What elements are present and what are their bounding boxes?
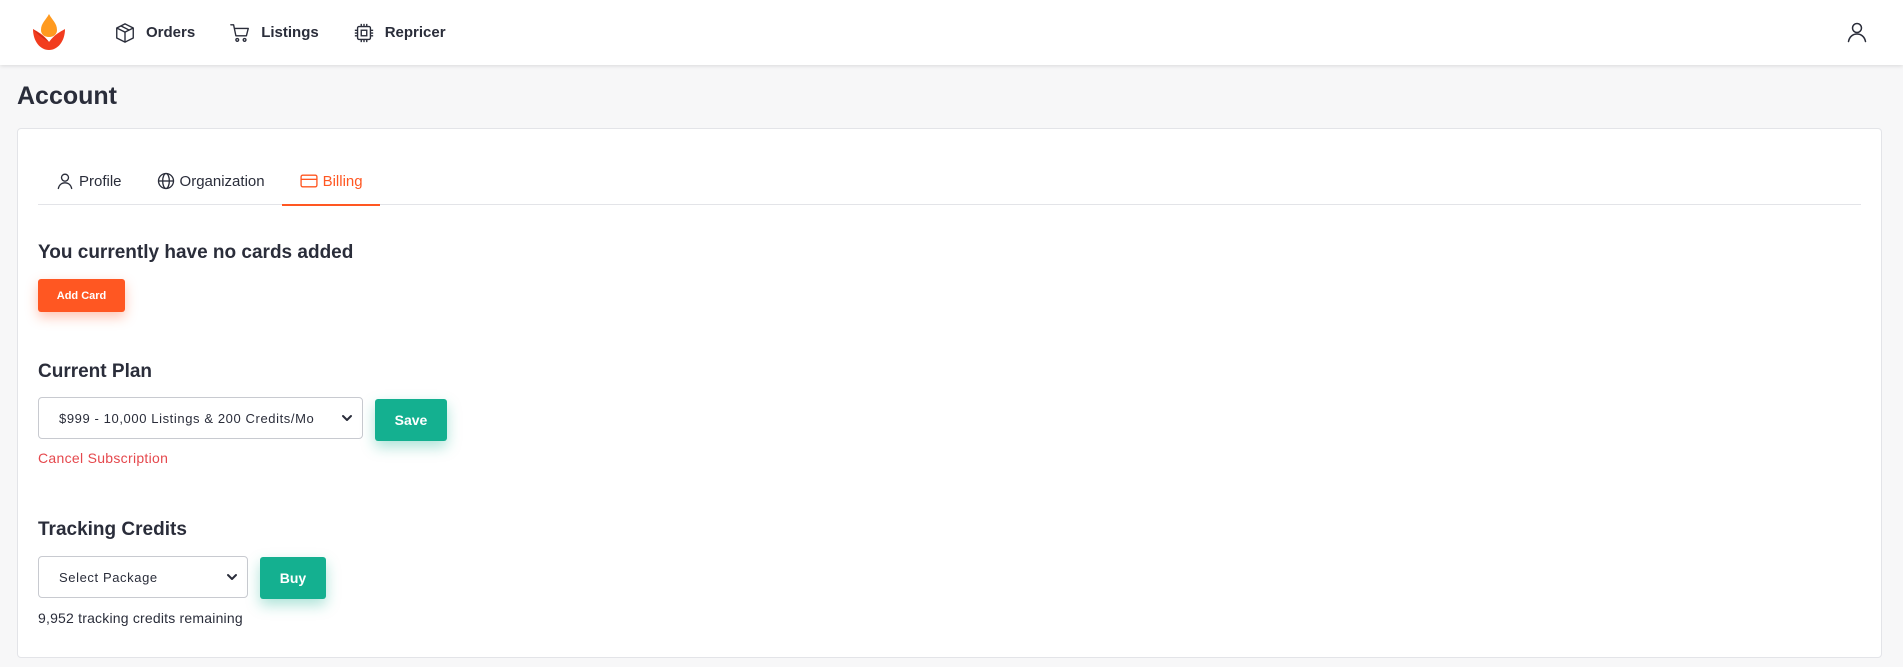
tab-label: Billing	[322, 172, 363, 190]
user-icon	[1847, 22, 1867, 43]
plan-heading: Current Plan	[38, 361, 153, 382]
account-tabs: Profile Organization Billing	[38, 157, 1861, 206]
package-icon	[116, 22, 134, 43]
nav-item-repricer[interactable]: Repricer	[353, 22, 446, 44]
top-navbar: Orders Listings Repricer	[0, 0, 1903, 65]
credit-card-icon	[300, 174, 318, 188]
cart-icon	[230, 23, 250, 42]
tab-billing[interactable]: Billing	[281, 157, 380, 206]
package-select-value: Select Package	[59, 569, 158, 585]
add-card-button[interactable]: Add Card	[38, 279, 125, 312]
cancel-subscription-link[interactable]: Cancel Subscription	[38, 450, 168, 466]
plan-select-value: $999 - 10,000 Listings & 200 Credits/Mo	[59, 410, 315, 426]
cards-heading: You currently have no cards added	[38, 242, 354, 263]
page-title: Account	[17, 82, 117, 110]
tab-organization[interactable]: Organization	[139, 157, 282, 205]
brand-logo[interactable]	[30, 12, 68, 52]
chip-icon	[354, 23, 373, 42]
nav-item-label: Repricer	[384, 24, 446, 41]
tab-label: Organization	[179, 172, 265, 190]
user-icon	[57, 173, 73, 190]
nav-item-listings[interactable]: Listings	[229, 22, 319, 44]
credits-remaining: 9,952 tracking credits remaining	[38, 610, 243, 626]
package-select[interactable]: Select Package	[38, 556, 248, 598]
chevron-down-icon	[227, 574, 237, 580]
credits-heading: Tracking Credits	[38, 519, 187, 540]
tab-label: Profile	[79, 172, 122, 190]
plan-select[interactable]: $999 - 10,000 Listings & 200 Credits/Mo	[38, 397, 363, 439]
nav-item-label: Orders	[146, 24, 196, 41]
buy-button[interactable]: Buy	[260, 557, 326, 599]
tab-profile[interactable]: Profile	[38, 157, 139, 205]
user-menu-button[interactable]	[1845, 20, 1869, 44]
account-card: Profile Organization Billing You current…	[17, 128, 1882, 658]
globe-icon	[157, 172, 174, 190]
chevron-down-icon	[342, 415, 352, 421]
main-nav: Orders Listings Repricer	[114, 0, 480, 65]
nav-item-orders[interactable]: Orders	[114, 22, 195, 44]
nav-item-label: Listings	[261, 24, 319, 41]
save-button[interactable]: Save	[375, 399, 447, 441]
